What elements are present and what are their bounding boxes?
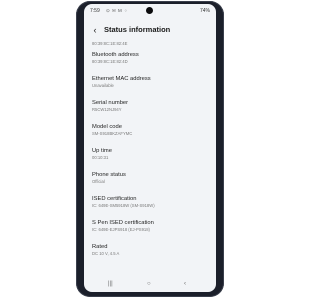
list-item-spen-ised-certification[interactable]: S Pen ISED certification IC: 649E-EJPS91… [92,219,210,243]
status-bar: 7:59 ⊙ ✉ M ⁘ 74% [84,4,216,20]
item-value: 80:39:8C:1E:82:4D [92,59,128,64]
list-item-phone-status[interactable]: Phone status Official [92,171,210,195]
item-value: IC: 649E-SM5918W (SM-S918W) [92,203,155,208]
item-value: 80:39:8C:1E:82:4E [92,41,128,46]
item-label: ISED certification [92,196,137,202]
item-label: Model code [92,124,122,130]
navigation-bar: ||| ○ ‹ [84,278,216,292]
item-value: SM-S918BKZAFYMC [92,131,133,136]
list-item-bluetooth-address[interactable]: Bluetooth address 80:39:8C:1E:82:4D [92,51,210,75]
list-item-rated[interactable]: Rated DC 10 V, 4.5 A [92,243,210,267]
battery-level: 74% [199,8,210,14]
list-item-serial-number[interactable]: Serial number R5CW12NJ94Y [92,99,210,123]
item-value: Unavailable [92,83,114,88]
list-item-model-code[interactable]: Model code SM-S918BKZAFYMC [92,123,210,147]
back-button[interactable]: ‹ [90,24,100,36]
list-item-up-time[interactable]: Up time 00:10:31 [92,147,210,171]
list-item-ised-certification[interactable]: ISED certification IC: 649E-SM5918W (SM-… [92,195,210,219]
notification-icons: ⊙ ✉ M ⁘ [106,8,129,13]
phone-screen: 7:59 ⊙ ✉ M ⁘ 74% ‹ Status information 80… [84,4,216,292]
item-label: S Pen ISED certification [92,220,154,226]
item-label: Ethernet MAC address [92,76,151,82]
photo-background: 7:59 ⊙ ✉ M ⁘ 74% ‹ Status information 80… [0,0,300,300]
status-time: 7:59 [90,8,100,14]
item-value: 00:10:31 [92,155,109,160]
recent-apps-icon[interactable]: ||| [108,281,113,287]
page-title: Status information [104,25,171,34]
item-label: Serial number [92,100,129,106]
back-nav-icon[interactable]: ‹ [184,281,186,287]
item-label: Phone status [92,172,126,178]
item-value: Official [92,179,105,184]
list-item-ethernet-mac[interactable]: Ethernet MAC address Unavailable [92,75,210,99]
front-camera [146,7,153,14]
item-label: Rated [92,244,108,250]
item-value: IC: 649E-EJPS918 (EJ-PS918) [92,227,150,232]
list-item-wifi-mac: 80:39:8C:1E:82:4E [92,41,210,51]
item-value: R5CW12NJ94Y [92,107,122,112]
item-label: Bluetooth address [92,52,139,58]
status-list: 80:39:8C:1E:82:4E Bluetooth address 80:3… [92,41,210,267]
item-label: Up time [92,148,112,154]
home-icon[interactable]: ○ [147,281,151,287]
item-value: DC 10 V, 4.5 A [92,251,120,256]
app-header: ‹ Status information [84,22,216,40]
